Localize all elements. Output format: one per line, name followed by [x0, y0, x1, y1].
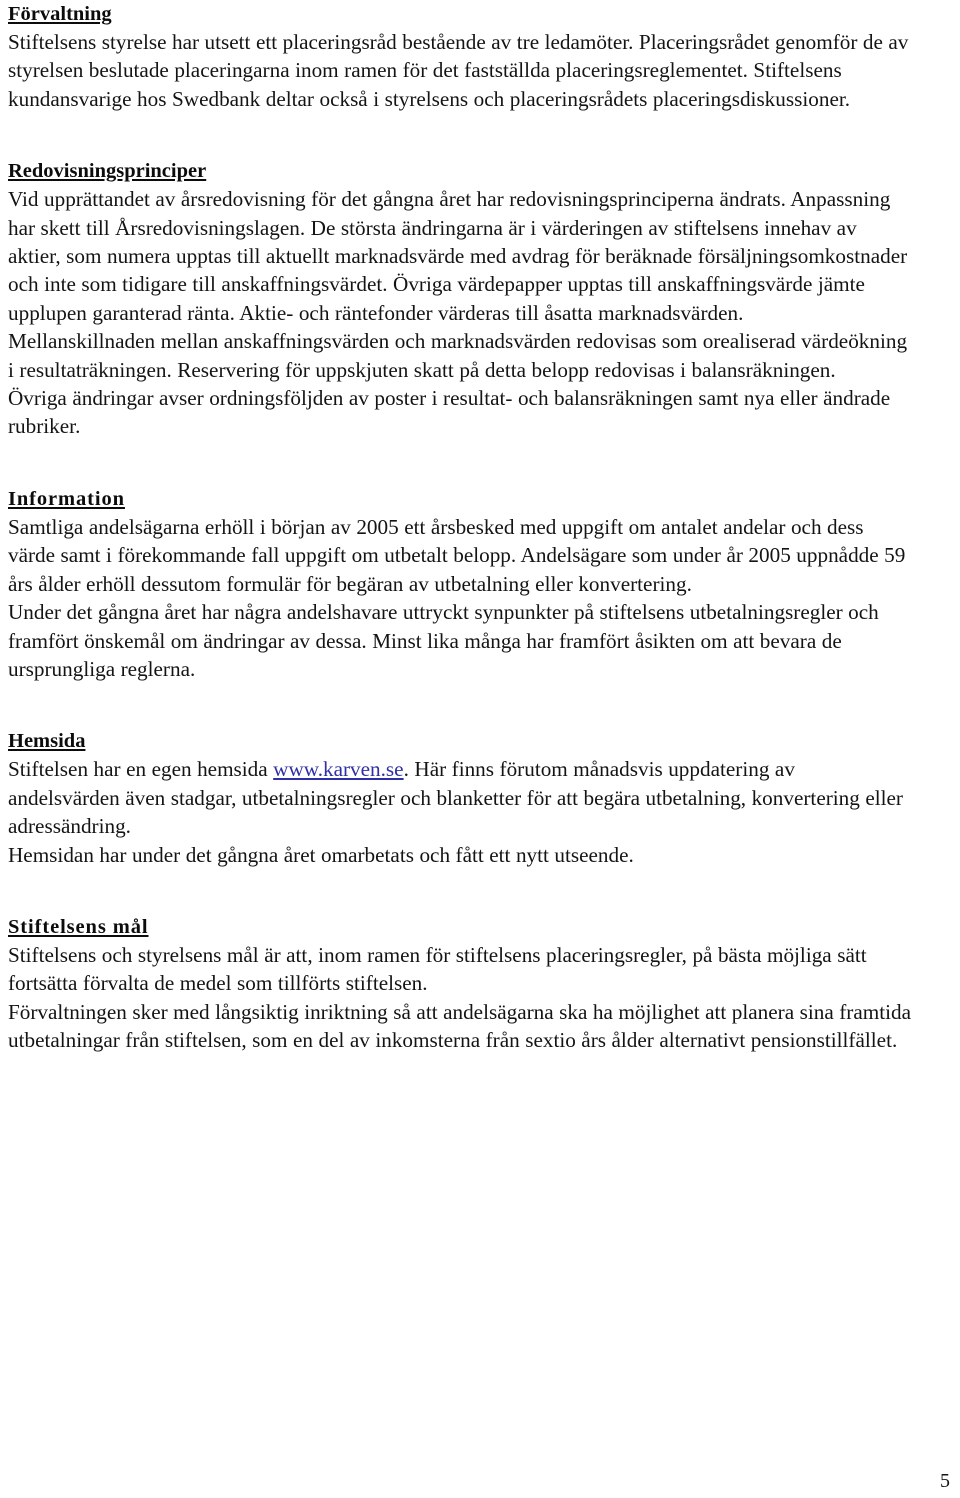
paragraph-hemsida-2: Hemsidan har under det gångna året omarb…	[8, 842, 634, 867]
paragraph-hemsida-1: Stiftelsen har en egen hemsida www.karve…	[8, 755, 912, 840]
section-information: Information Samtliga andelsägarna erhöll…	[8, 485, 912, 683]
heading-information: Information	[8, 487, 125, 510]
section-hemsida: Hemsida Stiftelsen har en egen hemsida w…	[8, 727, 912, 869]
paragraph-redovisningsprinciper-2: Mellanskillnaden mellan anskaffningsvärd…	[8, 329, 908, 382]
heading-forvaltning: Förvaltning	[8, 3, 112, 25]
heading-redovisningsprinciper: Redovisningsprinciper	[8, 160, 207, 183]
karven-website-link[interactable]: www.karven.se	[273, 757, 403, 781]
paragraph-forvaltning-1: Stiftelsens styrelse har utsett ett plac…	[8, 30, 909, 111]
heading-stiftelsens-mal: Stiftelsens mål	[8, 915, 149, 938]
paragraph-information-1: Samtliga andelsägarna erhöll i början av…	[8, 514, 906, 596]
paragraph-information-2: Under det gångna året har några andelsha…	[8, 600, 879, 681]
paragraph-redovisningsprinciper-3: Övriga ändringar avser ordningsföljden a…	[8, 386, 891, 439]
section-forvaltning: Förvaltning Stiftelsens styrelse har uts…	[8, 0, 912, 113]
page-content: Förvaltning Stiftelsens styrelse har uts…	[8, 0, 912, 1055]
section-redovisningsprinciper: Redovisningsprinciper Vid upprättandet a…	[8, 157, 912, 441]
document-page: Förvaltning Stiftelsens styrelse har uts…	[0, 0, 960, 1498]
hemsida-text-before-link: Stiftelsen har en egen hemsida	[8, 757, 274, 782]
heading-hemsida: Hemsida	[8, 730, 86, 753]
page-number: 5	[940, 1470, 950, 1492]
paragraph-stiftelsens-mal-1: Stiftelsens och styrelsens mål är att, i…	[8, 942, 867, 996]
paragraph-redovisningsprinciper-1: Vid upprättandet av årsredovisning för d…	[8, 187, 908, 325]
section-stiftelsens-mal: Stiftelsens mål Stiftelsens och styrelse…	[8, 913, 912, 1055]
paragraph-stiftelsens-mal-2: Förvaltningen sker med långsiktig inrikt…	[8, 999, 912, 1053]
